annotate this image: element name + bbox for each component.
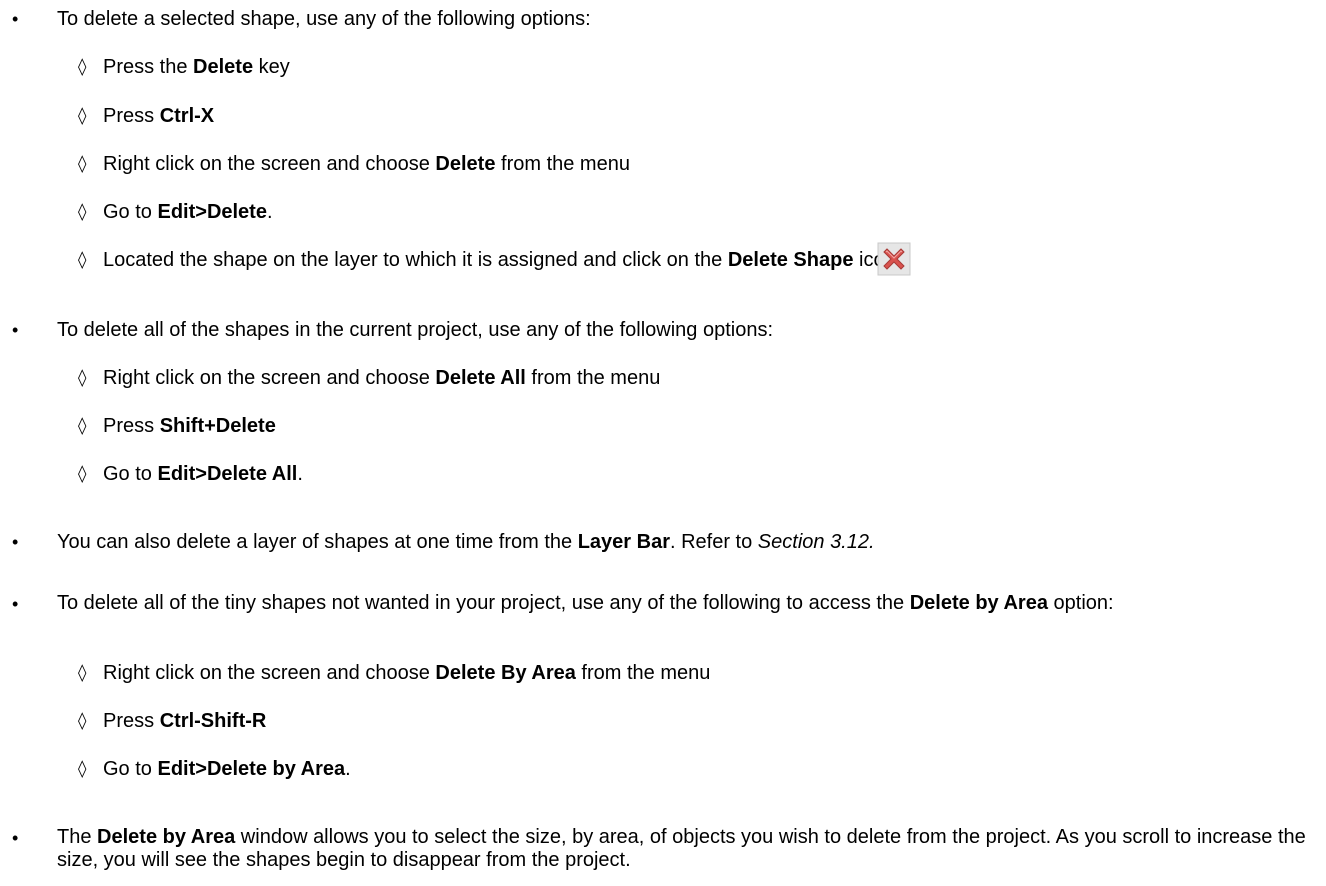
delete-shape-x-icon bbox=[877, 242, 911, 276]
sub-item-text: Go to Edit>Delete by Area. bbox=[103, 758, 351, 780]
sub-item-text: Press Shift+Delete bbox=[103, 415, 276, 437]
diamond-marker: ◊ bbox=[78, 202, 87, 222]
bullet-marker: • bbox=[12, 532, 19, 552]
diamond-marker: ◊ bbox=[78, 250, 87, 270]
sub-item-text: Located the shape on the layer to which … bbox=[103, 249, 902, 271]
sub-item-text: Press the Delete key bbox=[103, 56, 290, 78]
diamond-marker: ◊ bbox=[78, 759, 87, 779]
sub-item-text: Go to Edit>Delete All. bbox=[103, 463, 303, 485]
bullet-marker: • bbox=[12, 594, 19, 614]
diamond-marker: ◊ bbox=[78, 154, 87, 174]
document-page: • To delete a selected shape, use any of… bbox=[0, 0, 1326, 886]
diamond-marker: ◊ bbox=[78, 368, 87, 388]
bullet-marker: • bbox=[12, 828, 19, 848]
diamond-marker: ◊ bbox=[78, 663, 87, 683]
bullet-marker: • bbox=[12, 320, 19, 340]
bullet-text: To delete all of the shapes in the curre… bbox=[57, 319, 773, 341]
bullet-text: To delete a selected shape, use any of t… bbox=[57, 8, 591, 30]
bullet-text: You can also delete a layer of shapes at… bbox=[57, 531, 875, 553]
sub-item-text: Right click on the screen and choose Del… bbox=[103, 153, 630, 175]
diamond-marker: ◊ bbox=[78, 464, 87, 484]
diamond-marker: ◊ bbox=[78, 711, 87, 731]
diamond-marker: ◊ bbox=[78, 57, 87, 77]
sub-item-text: Press Ctrl-X bbox=[103, 105, 215, 127]
bullet-text: To delete all of the tiny shapes not wan… bbox=[57, 592, 1114, 614]
sub-item-text: Press Ctrl-Shift-R bbox=[103, 710, 267, 732]
diamond-marker: ◊ bbox=[78, 416, 87, 436]
diamond-marker: ◊ bbox=[78, 106, 87, 126]
bullet-marker: • bbox=[12, 9, 19, 29]
sub-item-text: Go to Edit>Delete. bbox=[103, 201, 273, 223]
bullet-text: The Delete by Area window allows you to … bbox=[57, 826, 1306, 871]
sub-item-text: Right click on the screen and choose Del… bbox=[103, 367, 661, 389]
sub-item-text: Right click on the screen and choose Del… bbox=[103, 662, 711, 684]
